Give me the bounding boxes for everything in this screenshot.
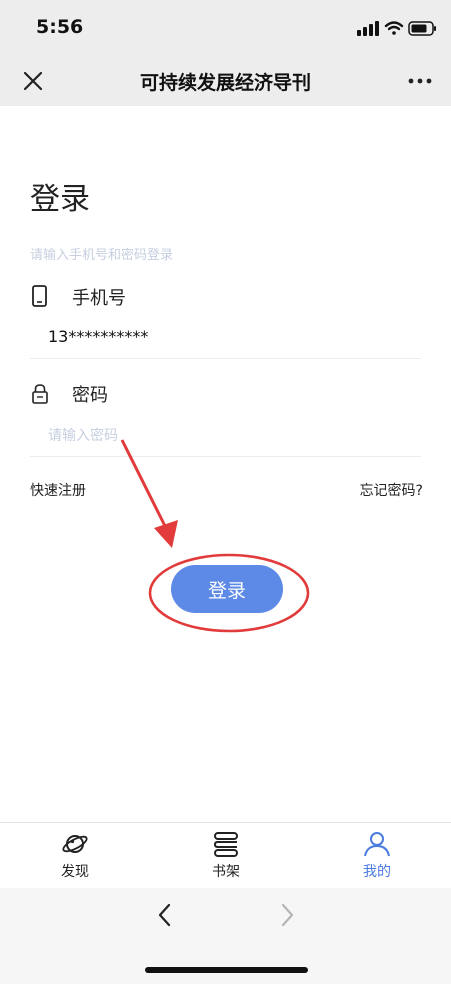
tab-bar: 发现 书架 我的 [0, 822, 451, 888]
battery-icon [408, 21, 436, 36]
home-indicator [145, 967, 308, 973]
register-link[interactable]: 快速注册 [30, 480, 86, 500]
forward-icon[interactable] [272, 900, 302, 930]
tab-mine[interactable]: 我的 [337, 831, 417, 885]
signal-icon [357, 21, 379, 36]
close-icon[interactable] [18, 66, 48, 96]
status-icons [357, 21, 436, 36]
page-title: 可持续发展经济导刊 [139, 72, 311, 94]
wifi-icon [384, 21, 404, 35]
browser-bar [0, 888, 451, 984]
tab-discover[interactable]: 发现 [35, 831, 115, 885]
password-divider [30, 456, 421, 457]
tab-label: 书架 [212, 864, 240, 880]
planet-icon [62, 835, 88, 853]
user-icon [364, 832, 390, 857]
phone-label: 手机号 [72, 288, 126, 309]
phone-divider [30, 358, 421, 359]
phone-icon [32, 285, 47, 307]
nav-bar: 可持续发展经济导刊 [0, 56, 451, 106]
lock-icon [32, 384, 48, 404]
phone-input[interactable]: 13********** [48, 327, 148, 346]
tab-label: 我的 [363, 864, 391, 880]
login-button[interactable]: 登录 [171, 565, 283, 613]
status-time: 5:56 [36, 16, 84, 38]
login-title: 登录 [30, 182, 90, 217]
forgot-password-link[interactable]: 忘记密码? [360, 480, 423, 500]
password-input[interactable]: 请输入密码 [48, 425, 118, 445]
status-bar: 5:56 [0, 0, 451, 56]
back-icon[interactable] [150, 900, 180, 930]
tab-bookshelf[interactable]: 书架 [186, 831, 266, 885]
password-label: 密码 [72, 385, 108, 406]
bookshelf-icon [213, 832, 238, 857]
login-hint: 请输入手机号和密码登录 [30, 248, 174, 263]
more-icon[interactable] [405, 66, 435, 96]
tab-label: 发现 [61, 864, 89, 880]
